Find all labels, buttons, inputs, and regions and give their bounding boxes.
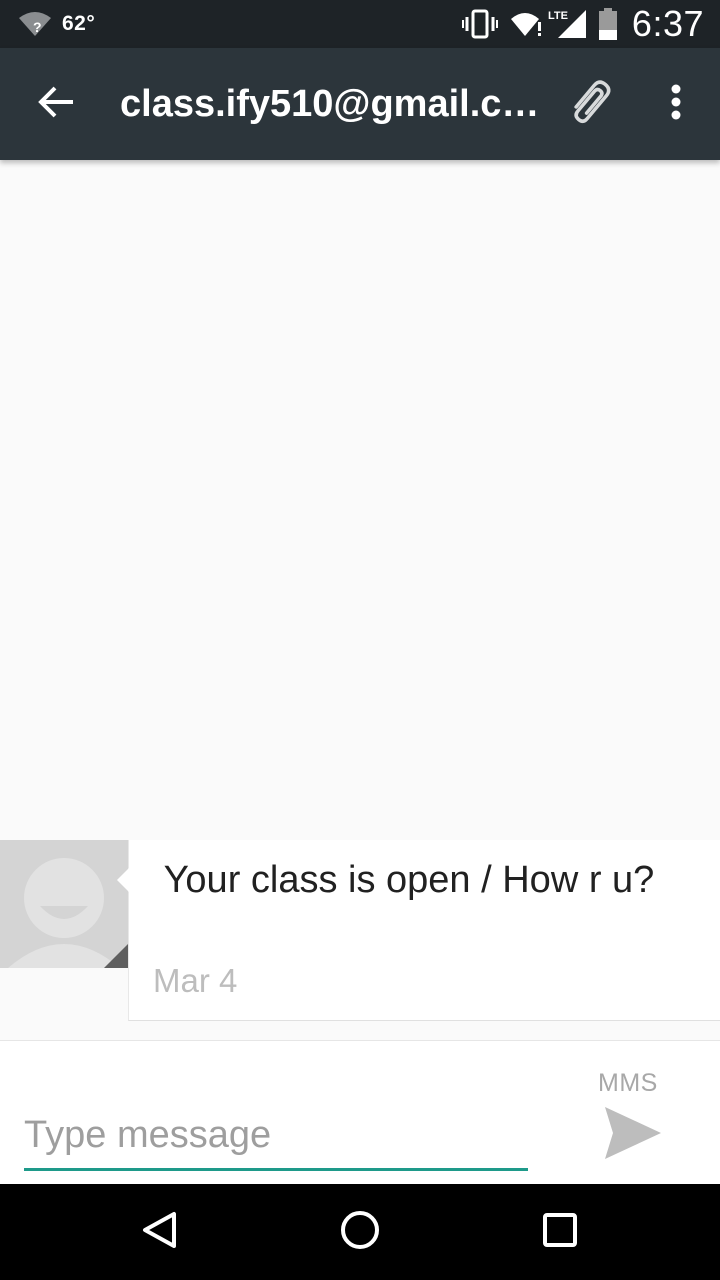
nav-recents-button[interactable] xyxy=(530,1202,590,1262)
bubble-tail xyxy=(117,868,129,892)
wifi-unknown-icon: ? xyxy=(18,10,52,38)
system-nav-bar xyxy=(0,1184,720,1280)
compose-bar: MMS xyxy=(0,1040,720,1184)
app-toolbar: class.ify510@gmail.c… xyxy=(0,48,720,160)
battery-icon xyxy=(598,8,618,40)
message-text: Your class is open / How r u? xyxy=(153,859,655,901)
back-triangle-icon xyxy=(140,1210,180,1255)
svg-text:?: ? xyxy=(33,19,42,35)
attach-button[interactable] xyxy=(562,76,622,132)
mms-label: MMS xyxy=(598,1069,658,1097)
more-options-button[interactable] xyxy=(652,76,700,132)
compose-field[interactable] xyxy=(24,1105,528,1171)
lte-label: LTE xyxy=(548,10,568,22)
arrow-back-icon xyxy=(37,85,75,124)
send-button[interactable] xyxy=(598,1103,668,1167)
nav-home-button[interactable] xyxy=(330,1202,390,1262)
message-input[interactable] xyxy=(24,1105,528,1165)
paperclip-icon xyxy=(563,76,621,133)
message-bubble[interactable]: Your class is open / How r u? Mar 4 xyxy=(117,840,720,1021)
lte-signal-icon: LTE xyxy=(548,8,588,40)
recents-square-icon xyxy=(542,1212,578,1253)
wifi-alert-icon xyxy=(510,10,544,38)
status-left: ? 62° xyxy=(18,8,95,40)
home-circle-icon xyxy=(339,1209,381,1256)
default-avatar-icon xyxy=(0,840,128,968)
send-icon xyxy=(603,1105,663,1166)
message-date: Mar 4 xyxy=(153,962,238,999)
clock-text: 6:37 xyxy=(631,3,704,44)
vibrate-icon xyxy=(461,9,498,39)
status-right: LTE 6:37 xyxy=(461,3,704,44)
back-button[interactable] xyxy=(30,78,82,130)
status-bar: ? 62° LTE 6:37 xyxy=(0,0,720,48)
message-list[interactable]: Your class is open / How r u? Mar 4 xyxy=(0,160,720,1040)
conversation-title: class.ify510@gmail.c… xyxy=(120,83,540,125)
temperature-text: 62° xyxy=(62,12,96,35)
more-vert-icon xyxy=(670,84,682,125)
contact-avatar[interactable] xyxy=(0,840,128,968)
nav-back-button[interactable] xyxy=(130,1202,190,1262)
